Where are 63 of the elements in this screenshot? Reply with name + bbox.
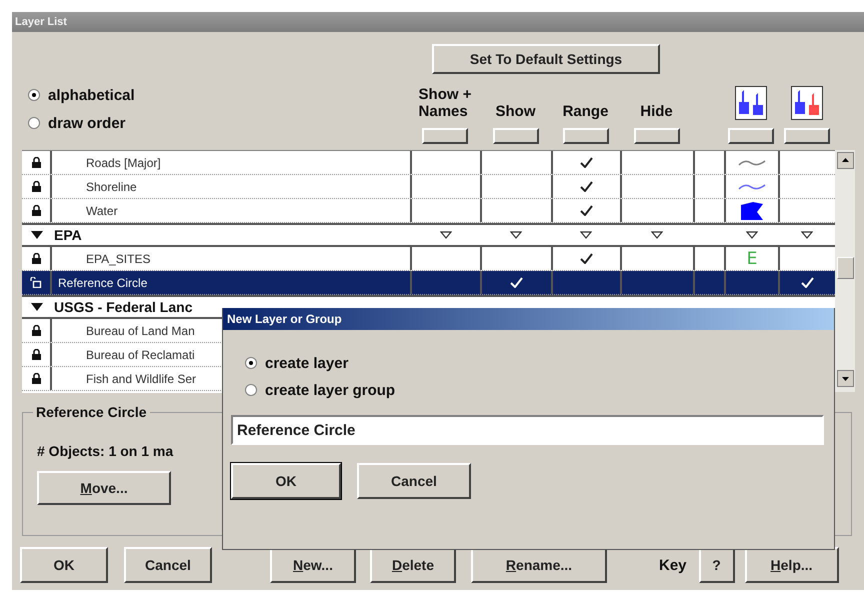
check-icon: [510, 277, 523, 288]
radio-label[interactable]: create layer group: [265, 382, 396, 398]
dropdown-icon: [510, 231, 522, 239]
layer-name[interactable]: Reference Circle: [52, 271, 410, 294]
group-name[interactable]: EPA: [52, 225, 410, 245]
move-button[interactable]: Move...: [37, 471, 171, 505]
object-count: # Objects: 1 on 1 ma: [37, 443, 174, 459]
check-icon: [580, 205, 593, 216]
table-row[interactable]: Roads [Major]: [22, 151, 835, 175]
radio-button[interactable]: [245, 357, 257, 369]
dialog-button[interactable]: Cancel: [124, 547, 212, 583]
column-header: Show + Names: [418, 86, 472, 120]
name-input-field[interactable]: Reference Circle: [231, 415, 824, 445]
layer-name[interactable]: EPA_SITES: [52, 247, 410, 270]
dropdown-icon: [746, 231, 758, 239]
dropdown-icon: [651, 231, 663, 239]
radio-button[interactable]: [28, 89, 40, 101]
radio-button[interactable]: [28, 117, 40, 129]
column-header: Show: [496, 103, 536, 120]
column-header: Hide: [640, 103, 673, 120]
scrollbar[interactable]: [835, 150, 855, 392]
dropdown-icon: [801, 231, 813, 239]
dialog-button[interactable]: New...: [270, 547, 356, 583]
column-button[interactable]: [634, 128, 680, 144]
table-row[interactable]: EPA: [22, 223, 835, 247]
column-header: Range: [562, 103, 608, 120]
radio-label[interactable]: create layer: [265, 354, 348, 372]
scroll-up-icon: [836, 152, 854, 169]
dialog-title: New Layer or Group: [223, 308, 834, 330]
layer-name[interactable]: Shoreline: [52, 175, 410, 198]
radio-label[interactable]: alphabetical: [48, 86, 135, 104]
default-settings-button[interactable]: Set To Default Settings: [432, 44, 660, 74]
dialog-button[interactable]: OK: [20, 547, 108, 583]
check-icon: [580, 253, 593, 264]
check-icon: [580, 157, 593, 168]
dropdown-icon: [580, 231, 592, 239]
key-label: Key: [659, 556, 687, 574]
radio-button[interactable]: [245, 384, 257, 396]
column-button[interactable]: [562, 128, 608, 144]
check-icon: [580, 181, 593, 192]
radio-label[interactable]: draw order: [48, 114, 126, 132]
check-icon: [801, 277, 814, 288]
dropdown-icon: [440, 231, 452, 239]
selected-row[interactable]: Reference Circle: [22, 271, 835, 295]
dialog-button[interactable]: Rename...: [471, 547, 607, 583]
panel-title: Reference Circle: [33, 404, 150, 420]
scroll-down-icon: [836, 370, 854, 387]
dialog-button[interactable]: Cancel: [357, 463, 471, 499]
layer-name[interactable]: Water: [52, 199, 410, 222]
scroll-thumb[interactable]: [836, 257, 854, 279]
column-button[interactable]: [784, 128, 830, 144]
dialog-button[interactable]: Delete: [370, 547, 456, 583]
layer-name[interactable]: Roads [Major]: [52, 151, 410, 174]
dialog-button[interactable]: Help...: [744, 547, 839, 583]
table-row[interactable]: Shoreline: [22, 175, 835, 199]
window-title: Layer List: [12, 12, 864, 32]
symbol-letter: E: [746, 248, 758, 268]
dialog-button[interactable]: OK: [231, 463, 341, 499]
dialog-button[interactable]: ?: [698, 547, 735, 583]
table-row[interactable]: Water: [22, 199, 835, 223]
column-button[interactable]: [492, 128, 538, 144]
column-button[interactable]: [728, 128, 774, 144]
column-button[interactable]: [422, 128, 468, 144]
